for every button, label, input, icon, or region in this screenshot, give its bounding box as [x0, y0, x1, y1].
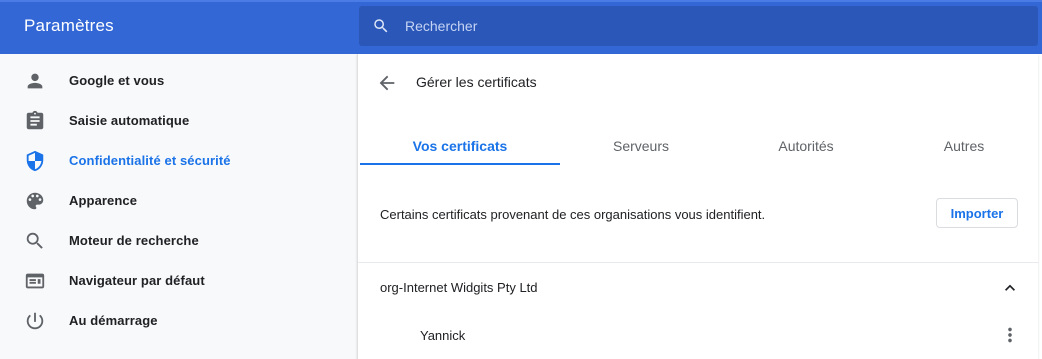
sidebar-item-label: Confidentialité et sécurité [69, 153, 231, 168]
browser-window-icon [24, 270, 46, 292]
tab-serveurs[interactable]: Serveurs [560, 126, 722, 166]
certificate-name: Yannick [420, 328, 466, 343]
back-arrow-icon[interactable] [376, 72, 398, 94]
power-icon [24, 310, 46, 332]
sidebar-item-label: Apparence [69, 193, 138, 208]
top-app-bar: Paramètres [0, 0, 1042, 54]
sidebar-item-google-et-vous[interactable]: Google et vous [0, 61, 357, 101]
palette-icon [24, 190, 46, 212]
import-button[interactable]: Importer [936, 198, 1018, 228]
sidebar-item-label: Navigateur par défaut [69, 273, 205, 288]
person-icon [24, 70, 46, 92]
sidebar-item-au-demarrage[interactable]: Au démarrage [0, 301, 357, 341]
sidebar-item-confidentialite-et-securite[interactable]: Confidentialité et sécurité [0, 141, 357, 181]
sidebar-item-moteur-de-recherche[interactable]: Moteur de recherche [0, 221, 357, 261]
clipboard-icon [24, 110, 46, 132]
search-icon [372, 17, 390, 35]
sidebar-item-navigateur-par-defaut[interactable]: Navigateur par défaut [0, 261, 357, 301]
app-title: Paramètres [24, 16, 114, 35]
chevron-up-icon[interactable] [1000, 278, 1020, 298]
sidebar-item-label: Moteur de recherche [69, 233, 199, 248]
sidebar-item-saisie-automatique[interactable]: Saisie automatique [0, 101, 357, 141]
sidebar-item-label: Au démarrage [69, 313, 158, 328]
more-vert-icon[interactable] [999, 324, 1021, 346]
certificates-description: Certains certificats provenant de ces or… [380, 207, 766, 222]
shield-icon [24, 150, 46, 172]
search-box[interactable] [359, 6, 1038, 46]
organization-label: org-Internet Widgits Pty Ltd [380, 280, 538, 295]
tab-autres[interactable]: Autres [890, 126, 1038, 166]
tab-vos-certificats[interactable]: Vos certificats [360, 126, 560, 166]
tab-bar: Vos certificats Serveurs Autorités Autre… [358, 126, 1039, 166]
divider [358, 262, 1039, 263]
active-tab-indicator [360, 163, 560, 165]
sidebar: Google et vous Saisie automatique Confid… [0, 54, 357, 359]
sidebar-item-label: Google et vous [69, 73, 165, 88]
certificates-panel: Gérer les certificats Vos certificats Se… [357, 54, 1039, 359]
sidebar-item-apparence[interactable]: Apparence [0, 181, 357, 221]
page-title: Gérer les certificats [416, 74, 537, 90]
search-input[interactable] [405, 6, 1005, 46]
tab-autorites[interactable]: Autorités [722, 126, 890, 166]
sidebar-item-label: Saisie automatique [69, 113, 190, 128]
search-icon [24, 230, 46, 252]
